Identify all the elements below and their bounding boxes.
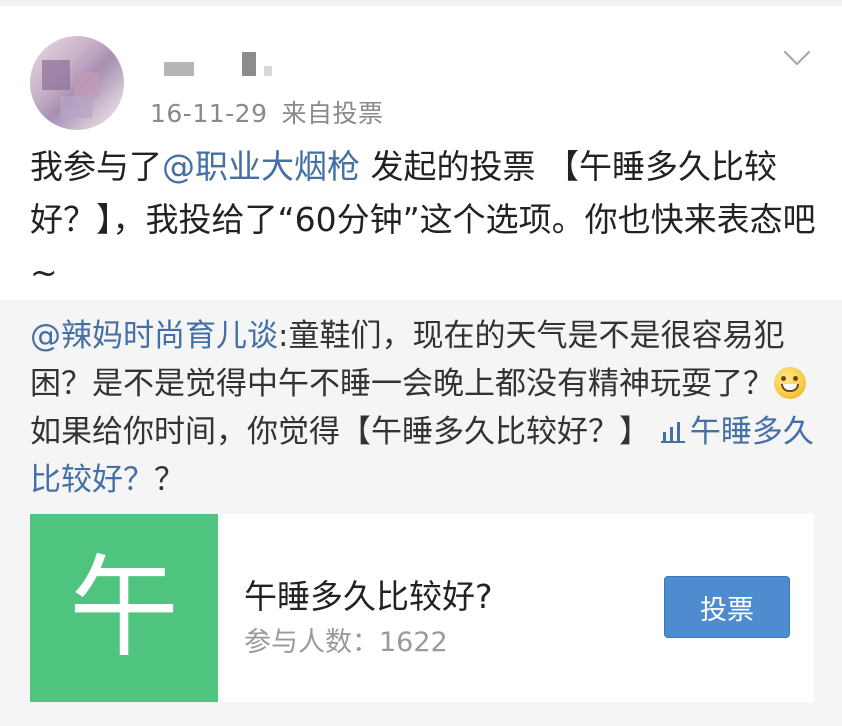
chevron-down-icon[interactable] [782,46,812,70]
mention-link[interactable]: @职业大烟枪 [162,147,360,186]
vote-button[interactable]: 投票 [664,576,790,638]
post-source: 来自投票 [281,99,384,128]
repost-body: @辣妈时尚育儿谈:童鞋们，现在的天气是不是很容易犯困？是不是觉得中午不睡一会晚上… [30,312,820,504]
poll-title: 午睡多久比较好? [244,577,493,616]
post-text-prefix: 我参与了 [30,147,162,186]
repost-text-2: 如果给你时间，你觉得【午睡多久比较好？】 [30,414,650,450]
poll-thumbnail: 午 [30,514,218,702]
post-body: 我参与了@职业大烟枪 发起的投票 【午睡多久比较好？】，我投给了“60分钟”这个… [30,140,820,299]
username-redacted[interactable] [150,50,280,80]
repost-mention-link[interactable]: @辣妈时尚育儿谈 [30,318,278,354]
bar-chart-icon [660,422,685,443]
post-date: 16-11-29 [150,99,268,128]
avatar[interactable] [30,36,124,130]
smile-emoji-icon [774,367,806,399]
repost-text-3: ？ [154,462,185,498]
repost-container[interactable]: @辣妈时尚育儿谈:童鞋们，现在的天气是不是很容易犯困？是不是觉得中午不睡一会晚上… [0,300,842,726]
post-meta: 16-11-29 来自投票 [150,94,384,128]
poll-participant-count: 参与人数：1622 [244,627,448,658]
post-header: 16-11-29 来自投票 [0,6,842,130]
poll-thumbnail-char: 午 [69,544,179,672]
poll-card[interactable]: 午 午睡多久比较好? 参与人数：1622 投票 [30,514,814,702]
